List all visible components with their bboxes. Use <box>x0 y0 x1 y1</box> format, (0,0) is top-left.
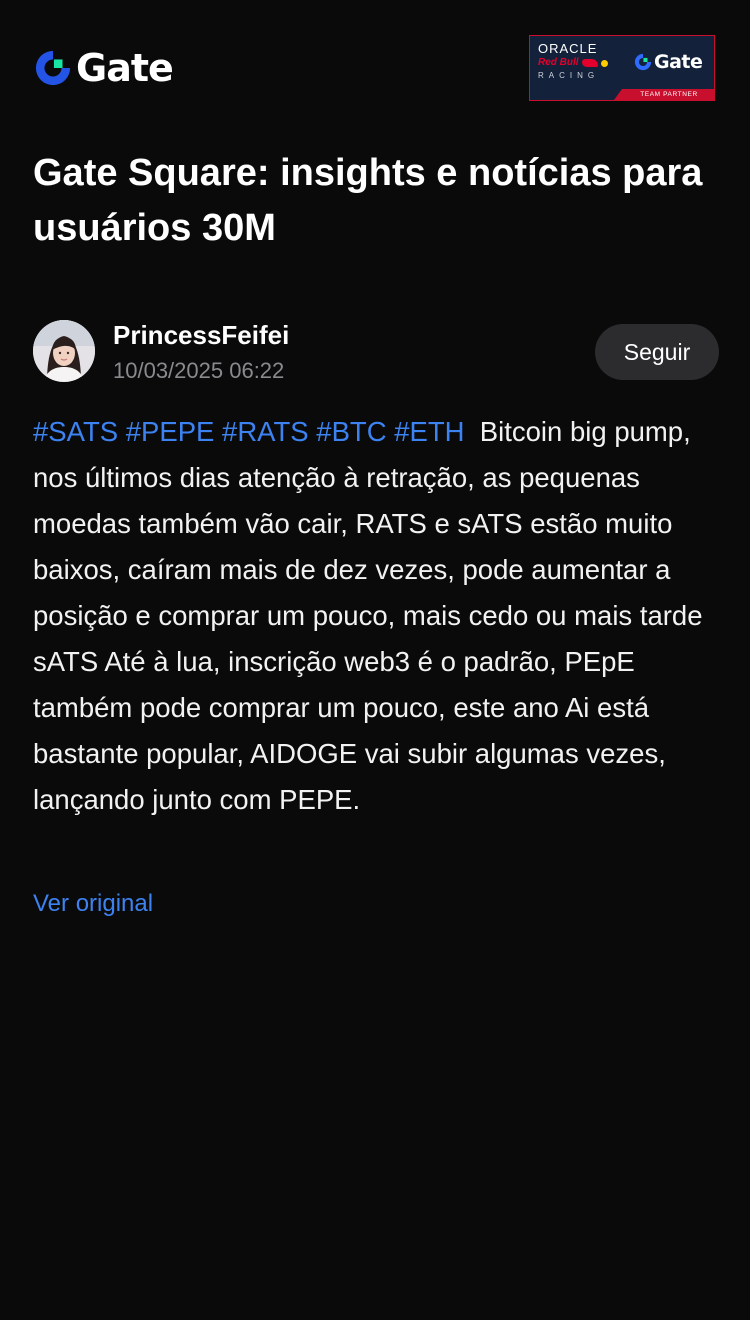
partner-gate-logo: Gate <box>634 50 703 74</box>
gate-logo-small-icon <box>634 53 652 71</box>
team-partner-label: TEAM PARTNER <box>622 89 714 100</box>
logo-wordmark: Gate <box>76 46 174 90</box>
partner-gate-wordmark: Gate <box>654 51 703 73</box>
post-body: #SATS #PEPE #RATS #BTC #ETH Bitcoin big … <box>33 409 723 823</box>
post-text: Bitcoin big pump, nos últimos dias atenç… <box>33 416 703 815</box>
gate-logo[interactable]: Gate <box>34 46 174 90</box>
avatar-image-icon <box>33 320 95 382</box>
oracle-text: ORACLE <box>538 41 598 56</box>
author-name[interactable]: PrincessFeifei <box>113 320 289 350</box>
oracle-redbull-partner-banner[interactable]: ORACLE Red Bull RACING Gate TEAM PARTNER <box>529 35 715 101</box>
redbull-text: Red Bull <box>538 57 579 68</box>
avatar[interactable] <box>33 320 95 382</box>
redbull-text-row: Red Bull <box>538 56 622 70</box>
post-date: 10/03/2025 06:22 <box>113 358 285 383</box>
racing-text: RACING <box>538 71 600 80</box>
hashtag-link[interactable]: #PEPE <box>126 416 215 447</box>
header: Gate ORACLE Red Bull RACING Gate TEAM PA… <box>0 0 750 120</box>
post-author: PrincessFeifei 10/03/2025 06:22 Seguir <box>33 320 719 386</box>
hashtag-link[interactable]: #RATS <box>222 416 309 447</box>
sun-icon <box>600 59 608 67</box>
follow-button[interactable]: Seguir <box>595 324 719 380</box>
hashtag-link[interactable]: #ETH <box>394 416 464 447</box>
gate-logo-icon <box>35 50 71 86</box>
oracle-redbull-racing-logo: ORACLE Red Bull RACING <box>538 42 622 88</box>
hashtag-link[interactable]: #SATS <box>33 416 118 447</box>
partner-bar-corner <box>614 89 622 100</box>
view-original-link[interactable]: Ver original <box>33 886 153 922</box>
hashtag-link[interactable]: #BTC <box>316 416 386 447</box>
page-title: Gate Square: insights e notícias para us… <box>33 152 703 249</box>
bull-icon <box>581 59 598 67</box>
